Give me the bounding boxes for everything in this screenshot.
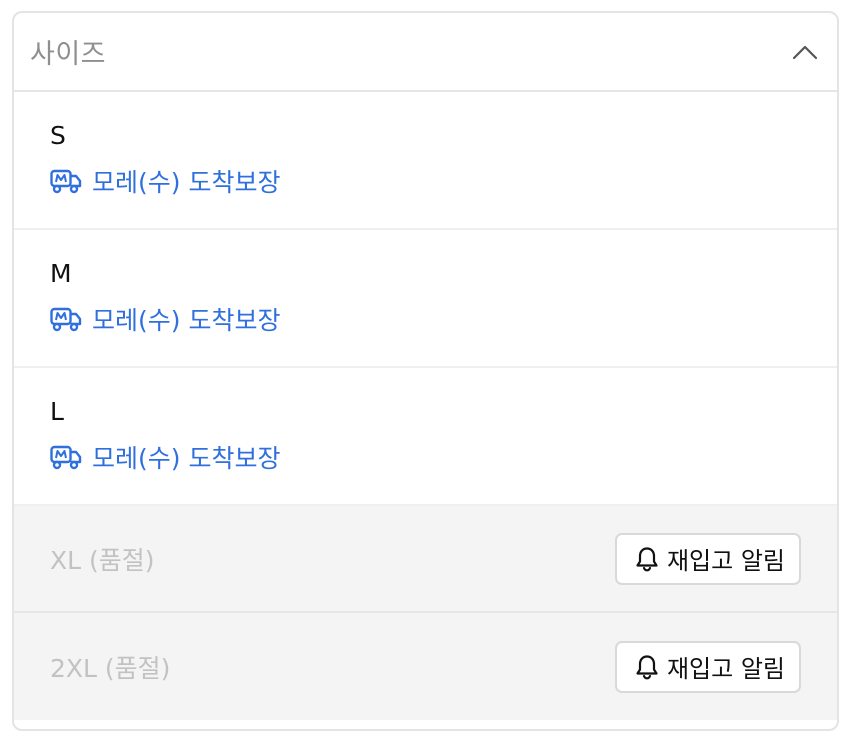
- bell-icon: [635, 546, 659, 572]
- size-select-dropdown: 사이즈 S 모레(수) 도착보장 M 모레(수) 도착보장 L 모레(수) 도착…: [12, 11, 839, 731]
- delivery-truck-icon: [50, 168, 82, 194]
- delivery-guarantee: 모레(수) 도착보장: [50, 163, 801, 199]
- restock-button-label: 재입고 알림: [666, 547, 785, 575]
- size-select-header[interactable]: 사이즈: [14, 13, 837, 92]
- restock-alert-button[interactable]: 재입고 알림: [614, 532, 801, 585]
- size-option-label: S: [50, 121, 66, 150]
- size-option-m[interactable]: M 모레(수) 도착보장: [14, 230, 837, 368]
- soldout-size-label: XL (품절): [50, 545, 155, 575]
- restock-alert-button[interactable]: 재입고 알림: [614, 640, 801, 693]
- size-select-placeholder: 사이즈: [30, 39, 107, 70]
- size-option-s[interactable]: S 모레(수) 도착보장: [14, 92, 837, 230]
- delivery-truck-icon: [50, 444, 82, 470]
- soldout-size-label: 2XL (품절): [50, 653, 171, 683]
- restock-button-label: 재입고 알림: [666, 655, 785, 683]
- size-options-list: S 모레(수) 도착보장 M 모레(수) 도착보장 L 모레(수) 도착보장 X…: [14, 92, 837, 720]
- chevron-up-icon[interactable]: [791, 43, 819, 61]
- size-option-l[interactable]: L 모레(수) 도착보장: [14, 368, 837, 506]
- size-option-label: L: [50, 397, 64, 426]
- delivery-text: 모레(수) 도착보장: [92, 306, 281, 335]
- size-option-xl-soldout: XL (품절) 재입고 알림: [14, 506, 837, 613]
- size-option-2xl-soldout: 2XL (품절) 재입고 알림: [14, 613, 837, 720]
- delivery-guarantee: 모레(수) 도착보장: [50, 301, 801, 337]
- delivery-truck-icon: [50, 306, 82, 332]
- delivery-guarantee: 모레(수) 도착보장: [50, 439, 801, 475]
- size-option-label: M: [50, 259, 72, 288]
- delivery-text: 모레(수) 도착보장: [92, 168, 281, 197]
- bell-icon: [635, 654, 659, 680]
- delivery-text: 모레(수) 도착보장: [92, 444, 281, 473]
